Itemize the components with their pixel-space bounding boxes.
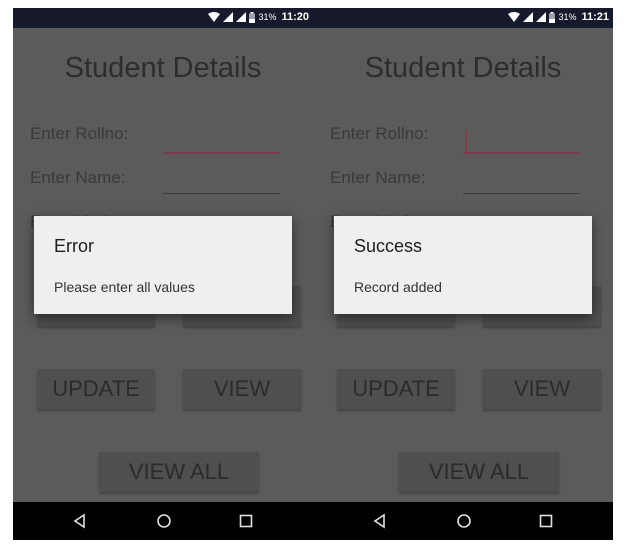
wifi-icon	[208, 12, 221, 22]
recents-icon[interactable]	[236, 511, 256, 531]
error-dialog[interactable]: Error Please enter all values	[34, 216, 292, 314]
page-title: Student Details	[364, 52, 562, 84]
dialog-title: Success	[354, 236, 423, 256]
back-icon[interactable]	[70, 511, 90, 531]
view-button[interactable]: VIEW	[483, 369, 601, 409]
phone-screen-error: 31% 11:20 Student Details Enter Rollno: …	[13, 8, 313, 540]
rollno-label: Enter Rollno:	[30, 124, 129, 143]
signal-icon	[523, 12, 534, 22]
update-button-label: UPDATE	[352, 376, 440, 401]
name-input[interactable]	[163, 171, 280, 194]
name-label: Enter Name:	[30, 168, 126, 187]
text-cursor	[465, 130, 467, 154]
battery-icon	[249, 11, 256, 23]
navigation-bar	[13, 502, 313, 540]
success-dialog[interactable]: Success Record added	[334, 216, 592, 314]
view-button-label: VIEW	[513, 376, 571, 401]
view-all-button-label: VIEW ALL	[428, 459, 530, 484]
name-label: Enter Name:	[330, 168, 426, 187]
dialog-message: Please enter all values	[54, 279, 195, 295]
clock: 11:21	[581, 11, 609, 23]
update-button[interactable]: UPDATE	[37, 369, 155, 409]
clock: 11:20	[281, 11, 309, 23]
page-title: Student Details	[64, 52, 262, 84]
view-all-button[interactable]: VIEW ALL	[399, 452, 559, 492]
signal-icon	[236, 12, 247, 22]
rollno-label: Enter Rollno:	[330, 124, 429, 143]
home-icon[interactable]	[154, 511, 174, 531]
recents-icon[interactable]	[536, 511, 556, 531]
dialog-title: Error	[54, 236, 94, 256]
rollno-input[interactable]	[163, 130, 280, 154]
phone-screen-success: 31% 11:21 Student Details Enter Rollno: …	[313, 8, 613, 540]
view-button-label: VIEW	[213, 376, 271, 401]
update-button[interactable]: UPDATE	[337, 369, 455, 409]
status-bar: 31% 11:21	[313, 8, 613, 28]
navigation-bar	[313, 502, 613, 540]
view-all-button-label: VIEW ALL	[128, 459, 230, 484]
view-all-button[interactable]: VIEW ALL	[99, 452, 259, 492]
battery-percent: 31%	[558, 12, 577, 22]
back-icon[interactable]	[370, 511, 390, 531]
rollno-input[interactable]	[463, 130, 580, 154]
home-icon[interactable]	[454, 511, 474, 531]
dialog-message: Record added	[354, 279, 442, 295]
status-bar: 31% 11:20	[13, 8, 313, 28]
update-button-label: UPDATE	[52, 376, 140, 401]
view-button[interactable]: VIEW	[183, 369, 301, 409]
name-input[interactable]	[463, 171, 580, 194]
signal-icon	[536, 12, 547, 22]
battery-percent: 31%	[258, 12, 277, 22]
signal-icon	[223, 12, 234, 22]
battery-icon	[549, 11, 556, 23]
wifi-icon	[508, 12, 521, 22]
